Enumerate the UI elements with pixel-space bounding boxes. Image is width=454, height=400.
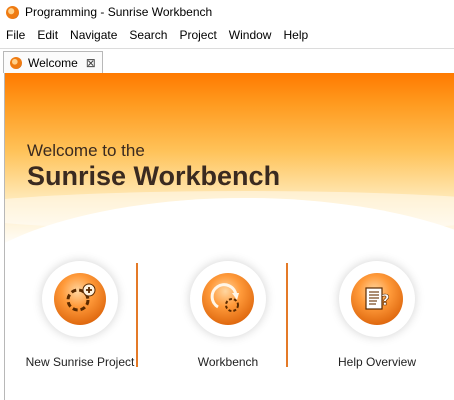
menu-window[interactable]: Window (223, 28, 278, 42)
action-separator (136, 263, 138, 367)
workbench-button[interactable]: Workbench (153, 258, 303, 388)
hero-banner: Welcome to the Sunrise Workbench (5, 73, 454, 338)
menu-edit[interactable]: Edit (31, 28, 64, 42)
menu-help[interactable]: Help (277, 28, 314, 42)
new-sunrise-project-button[interactable]: New Sunrise Project (5, 258, 155, 388)
new-sunrise-project-label: New Sunrise Project (25, 355, 135, 369)
help-overview-button[interactable]: ? Help Overview (302, 258, 452, 388)
menu-bar: File Edit Navigate Search Project Window… (0, 25, 454, 44)
menu-search[interactable]: Search (123, 28, 173, 42)
page-title: Sunrise Workbench (27, 161, 281, 191)
help-overview-ring: ? (339, 261, 415, 337)
workbench-icon (202, 273, 254, 325)
action-separator (286, 263, 288, 367)
close-icon[interactable]: ⊠ (86, 56, 96, 70)
help-overview-label: Help Overview (337, 355, 417, 369)
help-overview-icon: ? (351, 273, 403, 325)
app-icon (6, 5, 19, 19)
new-project-icon (54, 273, 106, 325)
menu-file[interactable]: File (0, 28, 31, 42)
title-bar: Programming - Sunrise Workbench (0, 0, 454, 24)
workbench-label: Workbench (197, 355, 259, 369)
menu-project[interactable]: Project (173, 28, 222, 42)
welcome-tab-icon (10, 56, 22, 69)
welcome-subtitle: Welcome to the (27, 141, 145, 160)
workbench-ring (190, 261, 266, 337)
menu-navigate[interactable]: Navigate (64, 28, 123, 42)
tab-welcome-label: Welcome (28, 55, 78, 70)
editor-tab-strip: Welcome ⊠ (0, 48, 454, 73)
new-project-ring (42, 261, 118, 337)
svg-text:?: ? (381, 291, 390, 309)
tab-welcome[interactable]: Welcome ⊠ (3, 51, 103, 73)
welcome-page: Welcome to the Sunrise Workbench New Sun… (4, 73, 454, 400)
window-title: Programming - Sunrise Workbench (25, 5, 213, 19)
